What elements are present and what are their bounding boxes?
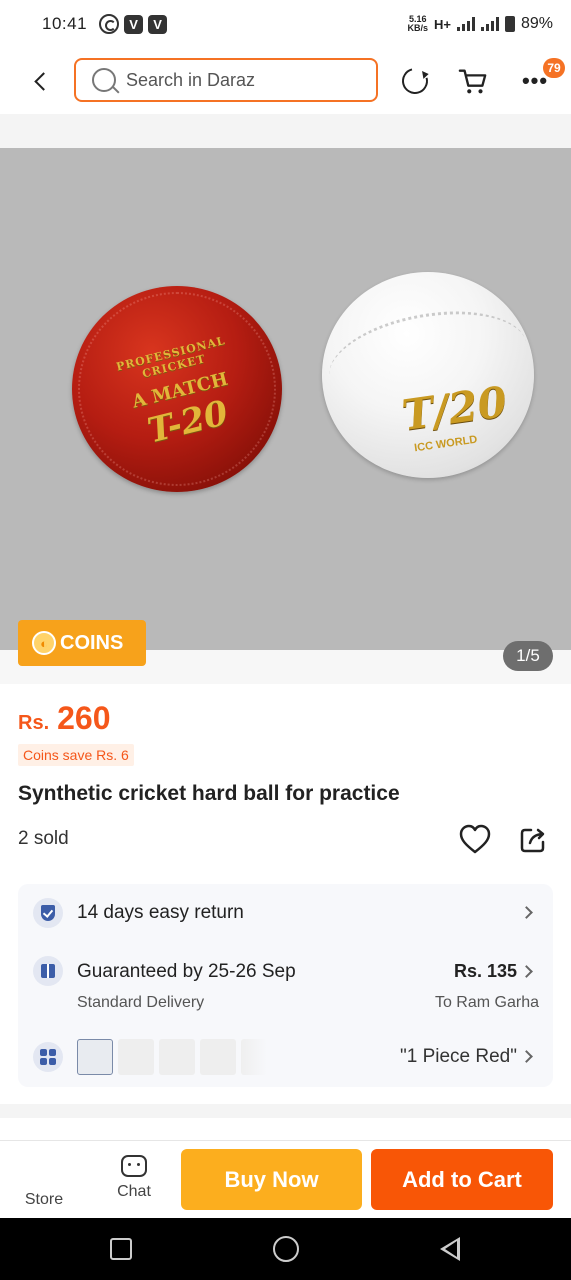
cart-icon[interactable] (458, 66, 488, 96)
network-speed-unit: KB/s (407, 23, 428, 33)
chevron-right-icon[interactable] (520, 1050, 533, 1063)
delivery-guarantee-text[interactable]: Guaranteed by 25-26 Sep (77, 961, 296, 983)
white-ball-print-big: T/20 (399, 376, 510, 441)
image-page-indicator: 1/5 (503, 641, 553, 671)
status-right: 5.16 KB/s H+ 89% (407, 15, 553, 33)
search-icon (92, 68, 116, 92)
return-shield-icon (33, 898, 63, 928)
recent-apps-icon[interactable] (110, 1238, 132, 1260)
signal-icon (456, 17, 475, 31)
wishlist-heart-icon[interactable] (458, 823, 492, 855)
chat-icon (121, 1155, 147, 1177)
coins-save-badge: Coins save Rs. 6 (18, 744, 134, 766)
chevron-right-icon[interactable] (520, 965, 533, 978)
coins-label: COINS (60, 631, 124, 654)
variant-swatch[interactable] (77, 1039, 113, 1075)
delivery-info-card: 14 days easy return Guaranteed by 25-26 … (18, 884, 553, 1087)
battery-level: 89% (520, 15, 553, 32)
add-to-cart-button[interactable]: Add to Cart (371, 1149, 553, 1210)
bottom-action-bar: Store Chat Buy Now Add to Cart (0, 1140, 571, 1218)
buy-now-button[interactable]: Buy Now (181, 1149, 362, 1210)
price-currency: Rs. (18, 712, 50, 734)
product-price: Rs. 260 (18, 700, 111, 737)
sold-count: 2 sold (18, 828, 69, 849)
chat-button[interactable]: Chat (104, 1155, 164, 1201)
product-title: Synthetic cricket hard ball for practice (18, 782, 400, 805)
variant-swatch[interactable] (241, 1039, 267, 1075)
home-icon[interactable] (273, 1236, 299, 1262)
back-arrow-icon[interactable] (28, 66, 52, 96)
delivery-price: Rs. 135 (453, 961, 517, 981)
product-image-gallery[interactable]: PROFESSIONAL CRICKET A MATCH T-20 T/20 I… (0, 148, 571, 650)
whatsapp-icon (99, 14, 120, 34)
search-bar[interactable] (74, 58, 378, 102)
system-back-icon[interactable] (440, 1237, 460, 1261)
chevron-right-icon[interactable] (520, 906, 533, 919)
variant-swatch[interactable] (200, 1039, 236, 1075)
coins-badge: ◐ COINS (18, 620, 146, 666)
v-app-icon: V (148, 14, 168, 34)
system-nav-bar (0, 1218, 571, 1280)
selected-variant[interactable]: "1 Piece Red" (400, 1046, 517, 1068)
share-icon[interactable] (518, 825, 548, 855)
v-app-icon: V (124, 14, 144, 34)
notification-icons: V V (99, 14, 168, 34)
price-amount: 260 (57, 700, 111, 736)
search-input[interactable] (126, 69, 366, 91)
status-bar: 10:41 V V 5.16 KB/s H+ 89% (0, 0, 571, 48)
network-speed: 5.16 KB/s (407, 15, 428, 33)
divider (0, 1104, 571, 1118)
battery-icon (504, 16, 515, 32)
notification-count-badge: 79 (543, 58, 565, 78)
variant-grid-icon (33, 1042, 63, 1072)
top-nav: ••• 79 (0, 52, 571, 110)
variant-swatch[interactable] (159, 1039, 195, 1075)
store-button[interactable]: Store (14, 1191, 74, 1209)
delivery-gift-icon (33, 956, 63, 986)
divider (0, 114, 571, 148)
chat-label: Chat (117, 1183, 151, 1200)
network-type: H+ (433, 16, 451, 32)
store-label: Store (24, 1191, 64, 1208)
variant-swatch[interactable] (118, 1039, 154, 1075)
refresh-icon[interactable] (397, 63, 433, 99)
return-policy-text[interactable]: 14 days easy return (77, 902, 244, 924)
delivery-location[interactable]: To Ram Garha (435, 994, 539, 1012)
variant-swatches (77, 1039, 267, 1075)
signal-icon (480, 17, 499, 31)
coin-icon: ◐ (32, 631, 56, 655)
red-cricket-ball-image: PROFESSIONAL CRICKET A MATCH T-20 (72, 286, 282, 492)
status-time: 10:41 (42, 14, 88, 33)
delivery-type: Standard Delivery (77, 994, 205, 1011)
white-cricket-ball-image: T/20 ICC WORLD (322, 272, 534, 478)
